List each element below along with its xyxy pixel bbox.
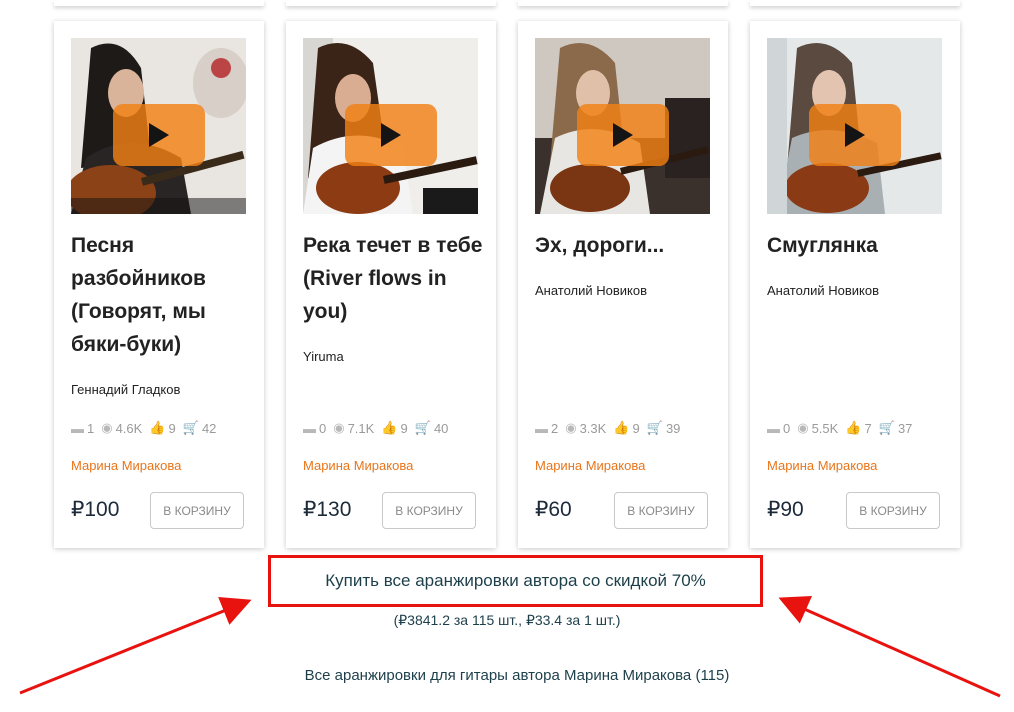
cart-icon: 🛒 [878,420,895,435]
card-title[interactable]: Река течет в тебе (River flows in you) [303,229,483,328]
cart-icon: 🛒 [646,420,663,435]
views-count: 7.1K [347,420,375,436]
add-to-cart-button[interactable]: В КОРЗИНУ [846,492,940,529]
arranger-link[interactable]: Марина Миракова [535,458,645,473]
arranger-link[interactable]: Марина Миракова [767,458,877,473]
card-stub [518,0,728,6]
comments-count: 2 [551,420,559,436]
composer-name[interactable]: Анатолий Новиков [535,283,647,298]
play-icon[interactable] [809,104,901,166]
comments-count: 0 [783,420,791,436]
price: ₽130 [303,498,352,521]
composer-name[interactable]: Yiruma [303,349,344,364]
cart-icon: 🛒 [414,420,431,435]
card-stub [286,0,496,6]
arranger-link[interactable]: Марина Миракова [303,458,413,473]
comment-icon: ▬ [303,420,316,436]
price: ₽100 [71,498,120,521]
video-thumbnail[interactable] [767,38,942,214]
add-to-cart-button[interactable]: В КОРЗИНУ [150,492,244,529]
composer-name[interactable]: Анатолий Новиков [767,283,879,298]
video-thumbnail[interactable] [303,38,478,214]
add-to-cart-button[interactable]: В КОРЗИНУ [382,492,476,529]
cart-icon: 🛒 [182,420,199,435]
likes-count: 7 [864,420,872,436]
purchases-count: 40 [433,420,449,436]
stats-row: ▬ 2 ◉ 3.3K 👍 9 🛒 39 [535,419,687,437]
eye-icon: ◉ [797,420,809,435]
views-count: 3.3K [579,420,607,436]
stats-row: ▬ 1 ◉ 4.6K 👍 9 🛒 42 [71,419,223,437]
arranger-link[interactable]: Марина Миракова [71,458,181,473]
comment-icon: ▬ [767,420,780,436]
comment-icon: ▬ [535,420,548,436]
all-arrangements-link[interactable]: Все аранжировки для гитары автора Марина… [0,667,1014,684]
product-card: Песня разбойников (Говорят, мы бяки-буки… [54,21,264,548]
likes-count: 9 [632,420,640,436]
thumbs-icon: 👍 [381,420,398,435]
stats-row: ▬ 0 ◉ 5.5K 👍 7 🛒 37 [767,419,919,437]
card-title[interactable]: Эх, дороги... [535,229,715,262]
comments-count: 0 [319,420,327,436]
price: ₽90 [767,498,804,521]
purchases-count: 42 [201,420,217,436]
discount-details: (₽3841.2 за 115 шт., ₽33.4 за 1 шт.) [393,612,621,628]
thumbs-icon: 👍 [845,420,862,435]
composer-name[interactable]: Геннадий Гладков [71,382,180,397]
views-count: 5.5K [811,420,839,436]
video-thumbnail[interactable] [71,38,246,214]
product-card: Река течет в тебе (River flows in you) Y… [286,21,496,548]
comments-count: 1 [87,420,95,436]
product-card: Эх, дороги... Анатолий Новиков ▬ 2 ◉ 3.3K … [518,21,728,548]
purchases-count: 37 [897,420,913,436]
thumbs-icon: 👍 [149,420,166,435]
play-icon[interactable] [577,104,669,166]
card-title[interactable]: Песня разбойников (Говорят, мы бяки-буки… [71,229,251,361]
video-thumbnail[interactable] [535,38,710,214]
card-title[interactable]: Смуглянка [767,229,947,262]
comment-icon: ▬ [71,420,84,436]
buy-all-discount-link[interactable]: Купить все аранжировки автора со скидкой… [268,555,763,607]
add-to-cart-button[interactable]: В КОРЗИНУ [614,492,708,529]
card-stub [54,0,264,6]
product-card: Смуглянка Анатолий Новиков ▬ 0 ◉ 5.5K 👍 7 🛒… [750,21,960,548]
eye-icon: ◉ [565,420,577,435]
play-icon[interactable] [113,104,205,166]
card-stub [750,0,960,6]
stats-row: ▬ 0 ◉ 7.1K 👍 9 🛒 40 [303,419,455,437]
likes-count: 9 [400,420,408,436]
play-icon[interactable] [345,104,437,166]
thumbs-icon: 👍 [613,420,630,435]
views-count: 4.6K [115,420,143,436]
eye-icon: ◉ [333,420,345,435]
likes-count: 9 [168,420,176,436]
purchases-count: 39 [665,420,681,436]
price: ₽60 [535,498,572,521]
eye-icon: ◉ [101,420,113,435]
